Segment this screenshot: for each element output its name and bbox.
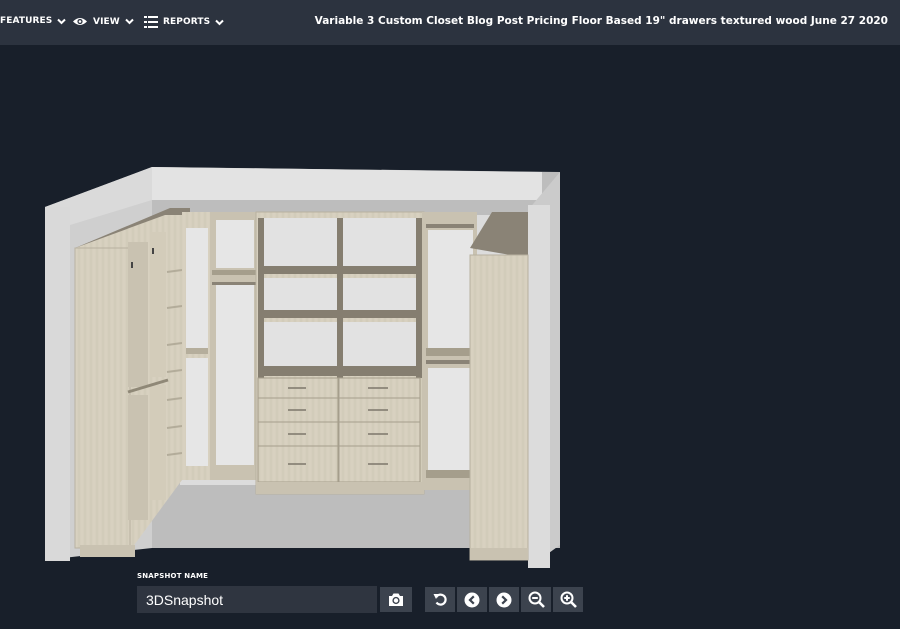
eye-icon	[73, 18, 87, 25]
features-menu-label: FEATURES	[0, 16, 53, 26]
rotate-right-button[interactable]	[489, 587, 519, 612]
chevron-down-icon	[57, 18, 67, 24]
snapshot-name-label: SNAPSHOT NAME	[137, 572, 209, 580]
features-menu[interactable]: FEATURES	[0, 16, 67, 26]
snapshot-name-input[interactable]	[137, 586, 377, 613]
chevron-down-icon	[125, 18, 134, 25]
left-tower-base	[80, 545, 135, 557]
zoom-out-icon	[528, 591, 545, 608]
view-menu[interactable]: VIEW	[72, 16, 134, 27]
view-menu-label: VIEW	[93, 16, 120, 27]
zoom-out-button[interactable]	[521, 587, 551, 612]
reports-menu-label: REPORTS	[163, 17, 211, 27]
rotate-icon	[433, 593, 447, 606]
right-corner-tower	[469, 212, 529, 561]
chevron-right-icon	[496, 592, 512, 607]
reports-menu[interactable]: REPORTS	[144, 16, 224, 28]
project-title: Variable 3 Custom Closet Blog Post Prici…	[314, 15, 888, 27]
back-left-hanging	[182, 212, 258, 480]
list-icon	[144, 16, 158, 28]
camera-snapshot-button[interactable]	[380, 587, 412, 612]
camera-icon	[389, 593, 403, 606]
zoom-in-button[interactable]	[553, 587, 583, 612]
rotate-button[interactable]	[425, 587, 455, 612]
chevron-down-icon	[215, 19, 224, 25]
rotate-left-button[interactable]	[457, 587, 487, 612]
closet-3d-viewport[interactable]	[0, 45, 900, 629]
zoom-in-icon	[560, 591, 577, 608]
chevron-left-icon	[464, 592, 480, 607]
back-right-hanging	[422, 212, 477, 490]
center-drawer-unit	[255, 211, 425, 495]
top-bar: FEATURES VIEW REPORTS Variable 3 Custom …	[0, 0, 900, 45]
